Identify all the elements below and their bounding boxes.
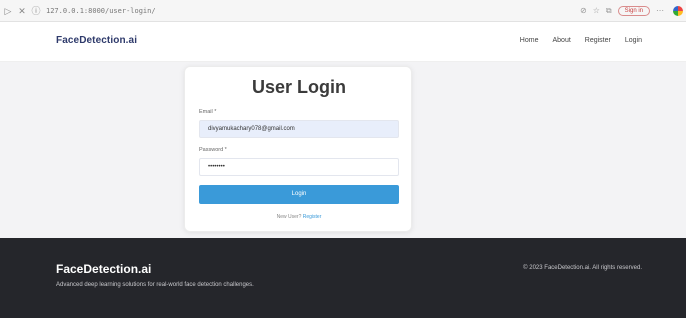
login-button[interactable]: Login	[199, 185, 399, 204]
browser-profile-icon[interactable]	[673, 5, 683, 16]
nav-link-home[interactable]: Home	[520, 37, 539, 44]
nav-link-login[interactable]: Login	[625, 37, 642, 44]
register-prompt-text: New User?	[276, 214, 302, 220]
extension-icon[interactable]: ⊘	[580, 6, 587, 15]
footer-tagline: Advanced deep learning solutions for rea…	[56, 282, 254, 288]
menu-icon[interactable]: ⋯	[656, 6, 664, 15]
forward-icon[interactable]: ▷	[2, 0, 14, 22]
site-brand[interactable]: FaceDetection.ai	[56, 35, 137, 46]
site-footer: FaceDetection.ai Advanced deep learning …	[0, 238, 686, 318]
site-navbar: FaceDetection.ai Home About Register Log…	[0, 22, 686, 62]
sign-in-button[interactable]: Sign in	[617, 5, 650, 16]
register-prompt: New User? Register	[185, 214, 413, 220]
nav-link-about[interactable]: About	[552, 37, 570, 44]
info-icon[interactable]: ⓘ	[30, 0, 42, 22]
footer-copyright: © 2023 FaceDetection.ai. All rights rese…	[523, 265, 642, 271]
email-field[interactable]: divyamukachary078@gmail.com	[199, 120, 399, 138]
star-icon[interactable]: ☆	[593, 6, 600, 15]
password-label: Password *	[199, 147, 227, 153]
nav-link-register[interactable]: Register	[585, 37, 611, 44]
address-bar[interactable]: 127.0.0.1:8000/user-login/	[46, 7, 156, 15]
nav-links: Home About Register Login	[520, 37, 642, 44]
bookmarks-icon[interactable]: ⧉	[606, 6, 612, 16]
password-field[interactable]: ••••••••	[199, 158, 399, 176]
close-icon[interactable]: ✕	[16, 0, 28, 22]
footer-brand: FaceDetection.ai	[56, 262, 152, 276]
email-label: Email *	[199, 109, 217, 115]
login-title: User Login	[251, 77, 346, 97]
login-card: User Login Email * divyamukachary078@gma…	[184, 66, 412, 232]
register-link[interactable]: Register	[303, 214, 322, 220]
browser-toolbar: ▷ ✕ ⓘ 127.0.0.1:8000/user-login/ ⊘ ☆ ⧉ S…	[0, 0, 686, 22]
